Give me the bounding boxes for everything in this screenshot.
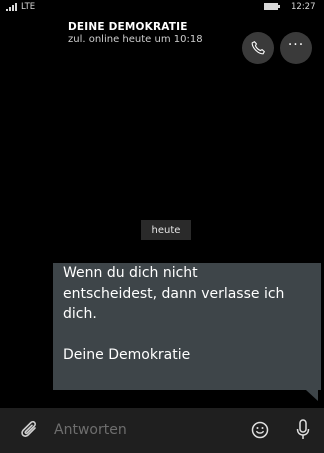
microphone-icon[interactable]	[295, 418, 311, 442]
contact-name[interactable]: DEINE DEMOKRATIE	[68, 21, 188, 33]
reply-input[interactable]	[54, 416, 234, 444]
more-dots-icon: ···	[287, 37, 305, 53]
paperclip-icon[interactable]	[20, 419, 40, 441]
message-text: Wenn du dich nicht entscheidest, dann ve…	[63, 263, 317, 365]
status-bar: LTE 12:27	[0, 0, 324, 14]
battery-icon	[264, 3, 280, 10]
network-type: LTE	[21, 2, 36, 12]
clock: 12:27	[291, 2, 316, 12]
message-signature: Deine Demokratie	[63, 346, 191, 363]
call-button[interactable]	[242, 32, 274, 64]
compose-bar	[0, 408, 324, 453]
signal-bars-icon	[6, 3, 18, 11]
more-options-button[interactable]: ···	[280, 32, 312, 64]
bubble-tail	[306, 390, 318, 401]
last-seen-status: zul. online heute um 10:18	[68, 34, 203, 45]
message-line: dich.	[63, 306, 97, 322]
date-separator: heute	[141, 220, 191, 240]
smiley-icon[interactable]	[250, 420, 270, 440]
message-line: entscheidest, dann verlasse ich	[63, 285, 285, 302]
phone-icon	[251, 41, 265, 55]
message-bubble[interactable]: Wenn du dich nicht entscheidest, dann ve…	[53, 263, 321, 390]
message-line: Wenn du dich nicht	[63, 265, 198, 281]
